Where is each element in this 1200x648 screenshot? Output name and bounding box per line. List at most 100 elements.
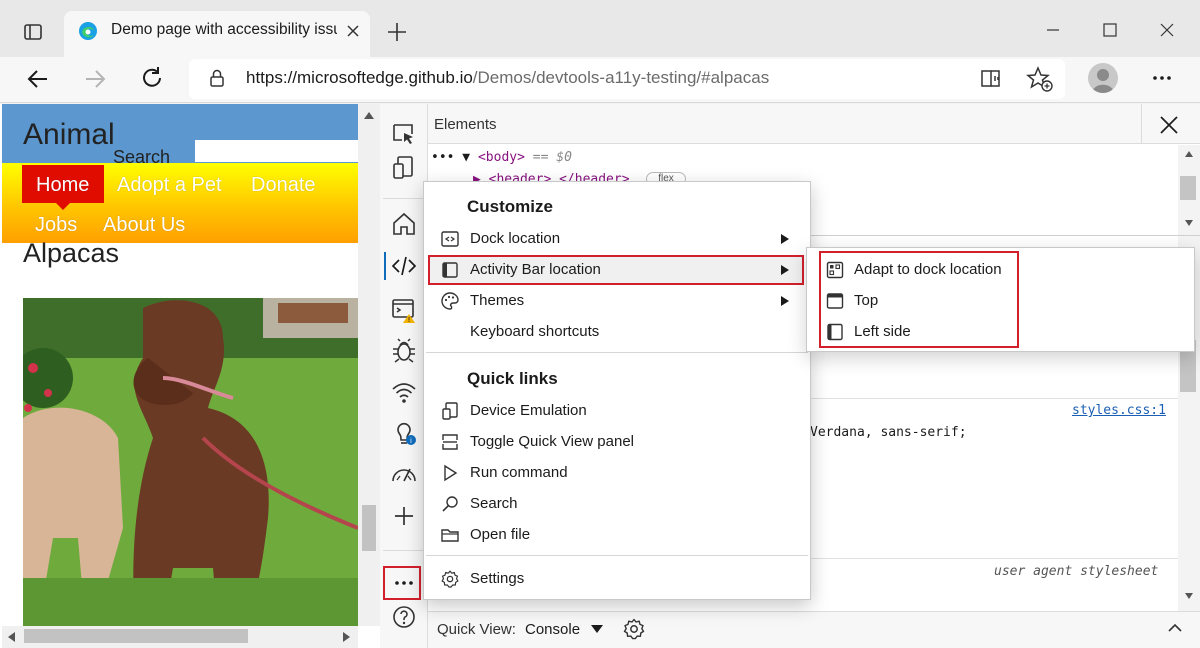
network-icon[interactable] xyxy=(390,378,418,406)
submenu-item-left-side[interactable]: Left side xyxy=(854,323,911,340)
console-icon[interactable]: ! xyxy=(390,296,418,324)
minimize-icon[interactable] xyxy=(1039,16,1067,44)
browser-more-icon[interactable] xyxy=(1148,64,1176,92)
menu-item-search[interactable]: Search xyxy=(470,495,518,512)
search-input[interactable] xyxy=(195,140,358,162)
style-declaration[interactable]: Verdana, sans-serif; xyxy=(810,425,967,440)
menu-item-dock-location[interactable]: Dock location xyxy=(470,230,560,247)
nav-link-adopt[interactable]: Adopt a Pet xyxy=(117,174,222,197)
scroll-up-arrow-icon[interactable] xyxy=(363,110,375,120)
quick-view-panel-icon xyxy=(440,432,460,452)
devtools-close-icon[interactable] xyxy=(1157,113,1181,137)
issues-lightbulb-icon[interactable]: i xyxy=(390,420,418,448)
styles-source-link[interactable]: styles.css:1 xyxy=(1072,403,1166,418)
site-title: Animal xyxy=(23,118,115,151)
url-path: /Demos/devtools-a11y-testing/#alpacas xyxy=(472,68,770,87)
header-divider xyxy=(1141,104,1142,144)
quick-links-heading: Quick links xyxy=(467,369,558,388)
folder-icon xyxy=(440,525,460,545)
menu-item-toggle-quick-view[interactable]: Toggle Quick View panel xyxy=(470,433,634,450)
scroll-right-arrow-icon[interactable] xyxy=(342,631,352,643)
dock-location-icon xyxy=(440,229,460,249)
panel-title[interactable]: Elements xyxy=(434,116,497,133)
device-emulation-icon xyxy=(440,401,460,421)
inspect-icon[interactable] xyxy=(390,120,418,148)
user-agent-stylesheet-label: user agent stylesheet xyxy=(994,564,1159,579)
window-close-icon[interactable] xyxy=(1153,16,1181,44)
profile-avatar[interactable] xyxy=(1088,63,1118,93)
activity-bar-location-icon xyxy=(440,260,460,280)
maximize-icon[interactable] xyxy=(1096,16,1124,44)
menu-item-device-emulation[interactable]: Device Emulation xyxy=(470,402,587,419)
read-aloud-icon[interactable] xyxy=(979,66,1005,92)
styles-divider xyxy=(808,398,1178,399)
submenu-arrow-icon xyxy=(780,233,790,245)
more-options-highlight xyxy=(383,566,421,600)
dom-expand-prefix: ••• ▼ xyxy=(431,150,471,165)
more-tools-plus-icon[interactable] xyxy=(390,502,418,530)
edge-favicon-icon xyxy=(78,21,98,41)
tab-close-icon[interactable] xyxy=(344,22,362,40)
submenu-arrow-icon xyxy=(780,295,790,307)
page-hscroll-thumb[interactable] xyxy=(24,629,248,643)
quick-view-select[interactable]: Console xyxy=(525,621,580,638)
new-tab-icon[interactable] xyxy=(384,19,410,45)
quick-view-label: Quick View: xyxy=(437,621,516,638)
chevron-up-icon[interactable] xyxy=(1167,622,1183,634)
adapt-dock-icon xyxy=(826,261,844,279)
tab-actions-icon[interactable] xyxy=(18,17,48,47)
menu-item-open-file[interactable]: Open file xyxy=(470,526,530,543)
nav-link-donate[interactable]: Donate xyxy=(251,174,316,197)
scroll-down-arrow-icon[interactable] xyxy=(1184,219,1194,227)
scroll-left-arrow-icon[interactable] xyxy=(6,631,16,643)
sources-bug-icon[interactable] xyxy=(390,336,418,364)
back-arrow-icon[interactable] xyxy=(24,65,52,93)
menu-item-activity-bar-location[interactable]: Activity Bar location xyxy=(470,261,601,278)
nav-link-home[interactable]: Home xyxy=(36,174,89,197)
nav-link-about[interactable]: About Us xyxy=(103,214,185,237)
url-text[interactable]: https://microsoftedge.github.io/Demos/de… xyxy=(246,68,769,88)
customize-heading: Customize xyxy=(467,197,553,216)
menu-item-run-command[interactable]: Run command xyxy=(470,464,568,481)
nav-home-pointer xyxy=(55,202,71,210)
dom-node-body[interactable]: ••• ▼ <body> == $0 xyxy=(431,150,572,165)
svg-text:!: ! xyxy=(408,316,411,324)
menu-item-keyboard-shortcuts[interactable]: Keyboard shortcuts xyxy=(470,323,599,340)
submenu-item-top[interactable]: Top xyxy=(854,292,878,309)
gear-icon xyxy=(440,569,460,589)
activity-bar-divider xyxy=(383,198,425,199)
page-scroll-thumb[interactable] xyxy=(362,505,376,551)
selected-tool-indicator xyxy=(384,252,386,280)
lock-icon[interactable] xyxy=(206,67,228,89)
dom-tag-body: <body> xyxy=(477,150,525,165)
styles-divider xyxy=(808,558,1178,559)
chevron-down-icon[interactable] xyxy=(590,623,604,635)
dom-scroll-thumb[interactable] xyxy=(1180,176,1196,200)
scroll-up-arrow-icon[interactable] xyxy=(1184,150,1194,158)
scroll-down-arrow-icon[interactable] xyxy=(1184,592,1194,600)
alpaca-photo xyxy=(23,298,358,626)
url-host: https://microsoftedge.github.io xyxy=(246,68,473,87)
submenu-item-adapt[interactable]: Adapt to dock location xyxy=(854,261,1002,278)
themes-palette-icon xyxy=(440,291,460,311)
dom-selected-marker: == $0 xyxy=(524,150,572,165)
elements-icon[interactable] xyxy=(390,252,418,280)
performance-icon[interactable] xyxy=(390,460,418,488)
refresh-icon[interactable] xyxy=(138,64,166,92)
welcome-home-icon[interactable] xyxy=(390,210,418,238)
forward-arrow-icon[interactable] xyxy=(81,65,109,93)
menu-item-themes[interactable]: Themes xyxy=(470,292,524,309)
top-layout-icon xyxy=(826,292,844,310)
devtools-header xyxy=(428,104,1200,144)
menu-item-settings[interactable]: Settings xyxy=(470,570,524,587)
left-side-layout-icon xyxy=(826,323,844,341)
device-emulation-icon[interactable] xyxy=(390,154,418,182)
search-icon xyxy=(440,494,460,514)
nav-link-jobs[interactable]: Jobs xyxy=(35,214,77,237)
gear-icon[interactable] xyxy=(622,617,646,641)
tab-title: Demo page with accessibility issues xyxy=(111,21,337,38)
add-favorite-icon[interactable] xyxy=(1026,65,1054,93)
svg-text:i: i xyxy=(410,437,412,445)
submenu-arrow-icon xyxy=(780,264,790,276)
help-icon[interactable] xyxy=(390,603,418,631)
